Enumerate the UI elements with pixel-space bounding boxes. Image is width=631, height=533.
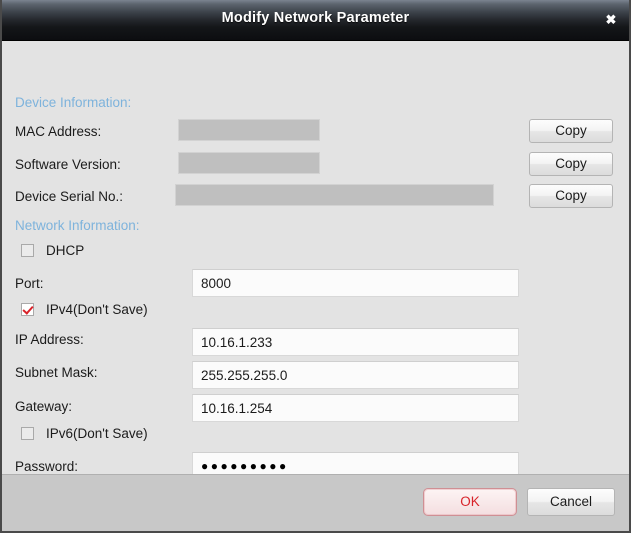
- ipv4-dont-save-checkbox-row[interactable]: IPv4(Don't Save): [21, 302, 148, 317]
- mac-address-value: [178, 119, 320, 141]
- port-label: Port:: [15, 276, 44, 291]
- ok-button[interactable]: OK: [423, 488, 517, 516]
- gateway-input[interactable]: [192, 394, 519, 422]
- ipv4-dont-save-checkbox[interactable]: [21, 303, 34, 316]
- subnet-mask-label: Subnet Mask:: [15, 365, 98, 380]
- password-label: Password:: [15, 459, 79, 474]
- network-information-heading: Network Information:: [15, 218, 140, 233]
- ip-address-input[interactable]: [192, 328, 519, 356]
- dhcp-checkbox[interactable]: [21, 244, 34, 257]
- ipv6-dont-save-label: IPv6(Don't Save): [46, 426, 148, 441]
- port-input[interactable]: [192, 269, 519, 297]
- software-version-label: Software Version:: [15, 157, 121, 172]
- dhcp-checkbox-row[interactable]: DHCP: [21, 243, 84, 258]
- copy-software-version-button[interactable]: Copy: [529, 152, 613, 176]
- modify-network-parameter-dialog: Modify Network Parameter ✖ Device Inform…: [0, 0, 631, 533]
- close-icon[interactable]: ✖: [601, 10, 621, 30]
- dialog-titlebar: Modify Network Parameter ✖: [2, 0, 629, 41]
- ipv6-dont-save-checkbox-row[interactable]: IPv6(Don't Save): [21, 426, 148, 441]
- device-serial-no-value: [175, 184, 494, 206]
- ipv4-dont-save-label: IPv4(Don't Save): [46, 302, 148, 317]
- device-serial-no-label: Device Serial No.:: [15, 189, 124, 204]
- subnet-mask-input[interactable]: [192, 361, 519, 389]
- gateway-label: Gateway:: [15, 399, 73, 414]
- dialog-footer: OK Cancel: [2, 474, 629, 531]
- cancel-button[interactable]: Cancel: [527, 488, 615, 516]
- mac-address-label: MAC Address:: [15, 124, 102, 139]
- ipv6-dont-save-checkbox[interactable]: [21, 427, 34, 440]
- dialog-body: Device Information: MAC Address: Copy So…: [2, 41, 629, 480]
- dhcp-label: DHCP: [46, 243, 85, 258]
- ip-address-label: IP Address:: [15, 332, 84, 347]
- software-version-value: [178, 152, 320, 174]
- copy-device-serial-no-button[interactable]: Copy: [529, 184, 613, 208]
- device-information-heading: Device Information:: [15, 95, 132, 110]
- copy-mac-address-button[interactable]: Copy: [529, 119, 613, 143]
- dialog-title: Modify Network Parameter: [221, 10, 410, 26]
